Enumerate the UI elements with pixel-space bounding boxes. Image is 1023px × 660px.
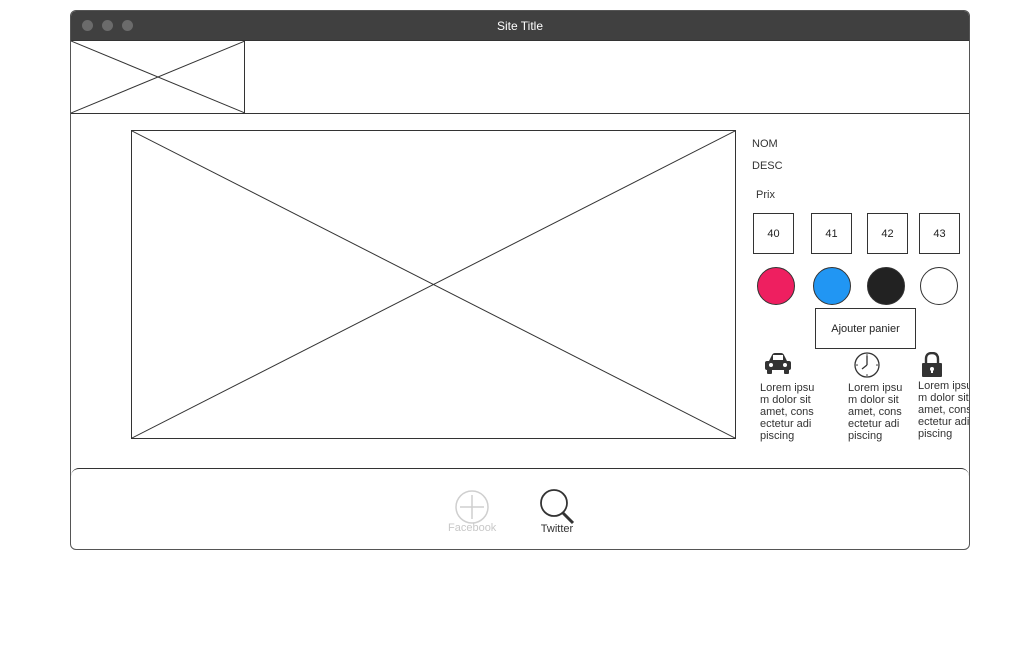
browser-window: Site Title NOM DESC Prix 40 41 42 43 Ajo… — [70, 10, 970, 550]
close-dot[interactable] — [82, 20, 93, 31]
add-to-cart-button[interactable]: Ajouter panier — [815, 308, 916, 349]
size-option-42[interactable]: 42 — [867, 213, 908, 254]
size-option-43[interactable]: 43 — [919, 213, 960, 254]
twitter-label: Twitter — [540, 523, 574, 535]
search-icon — [540, 489, 575, 525]
feature-text: Lorem ipsum dolor sit amet, consectetur … — [760, 382, 815, 442]
color-swatch-pink[interactable] — [757, 267, 795, 305]
plus-circle-icon — [455, 490, 489, 524]
product-name: NOM — [752, 138, 778, 150]
site-header — [71, 40, 969, 114]
product-price: Prix — [756, 189, 775, 201]
product-image-placeholder — [131, 130, 736, 439]
feature-text: Lorem ipsum dolor sit amet, consectetur … — [918, 380, 970, 440]
logo-placeholder[interactable] — [71, 41, 245, 113]
logo-placeholder-cross — [71, 41, 245, 113]
clock-icon — [854, 352, 880, 378]
size-option-40[interactable]: 40 — [753, 213, 794, 254]
maximize-dot[interactable] — [122, 20, 133, 31]
window-title: Site Title — [496, 18, 544, 33]
lock-icon — [922, 352, 942, 377]
color-swatch-blue[interactable] — [813, 267, 851, 305]
facebook-link[interactable]: Facebook — [448, 489, 496, 534]
product-description: DESC — [752, 160, 783, 172]
feature-time: Lorem ipsum dolor sit amet, consectetur … — [848, 351, 904, 454]
product-image-cross — [132, 131, 735, 438]
color-swatch-white[interactable] — [920, 267, 958, 305]
site-footer: Facebook Twitter — [71, 468, 969, 549]
feature-delivery: Lorem ipsum dolor sit amet, consectetur … — [760, 352, 816, 455]
twitter-link[interactable]: Twitter — [538, 488, 576, 535]
title-bar: Site Title — [71, 11, 969, 40]
facebook-label: Facebook — [448, 522, 497, 534]
car-icon — [765, 353, 791, 374]
size-option-41[interactable]: 41 — [811, 213, 852, 254]
color-swatch-black[interactable] — [867, 267, 905, 305]
minimize-dot[interactable] — [102, 20, 113, 31]
feature-security: Lorem ipsum dolor sit amet, consectetur … — [918, 352, 970, 455]
feature-text: Lorem ipsum dolor sit amet, consectetur … — [848, 382, 903, 442]
